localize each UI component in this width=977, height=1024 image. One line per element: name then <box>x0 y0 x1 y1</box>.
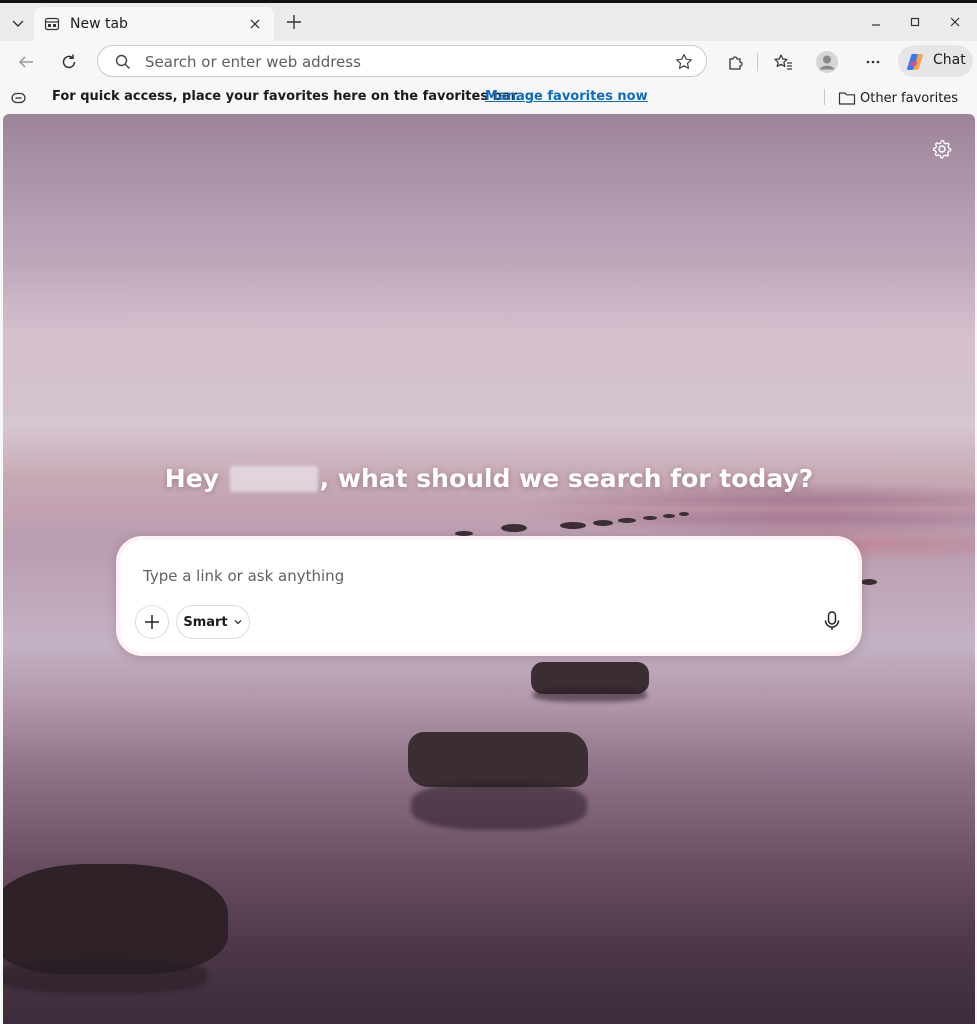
manage-favorites-link[interactable]: Manage favorites now <box>485 89 648 104</box>
other-favorites-label: Other favorites <box>860 90 959 106</box>
greeting-heading: Hey , what should we search for today? <box>3 464 975 493</box>
copilot-logo-icon <box>905 52 925 72</box>
profile-avatar-icon[interactable] <box>814 49 840 75</box>
background-reflection <box>533 688 647 702</box>
background-stone <box>618 518 636 523</box>
favorites-bar-message: For quick access, place your favorites h… <box>52 89 521 104</box>
address-bar[interactable]: Search or enter web address <box>97 45 707 77</box>
browser-window: New tab Search or enter web address Chat… <box>0 0 977 1024</box>
add-attachment-plus-icon[interactable] <box>135 605 169 639</box>
tab-list-chevron-icon[interactable] <box>8 13 28 33</box>
background-stone <box>408 732 588 787</box>
new-tab-plus-icon[interactable] <box>284 12 304 32</box>
background-stone <box>593 520 613 526</box>
tab-strip: New tab <box>0 3 977 41</box>
background-reflection <box>411 782 587 830</box>
favorites-divider <box>824 89 825 105</box>
background-stone <box>560 522 586 529</box>
background-stone <box>3 864 228 974</box>
chevron-down-icon <box>234 620 242 625</box>
favorites-bar-icon <box>10 90 28 106</box>
mode-label: Smart <box>183 614 228 630</box>
close-tab-icon[interactable] <box>246 15 264 33</box>
toolbar-divider <box>757 53 758 71</box>
redacted-user-name <box>229 466 318 492</box>
tab-new-tab[interactable]: New tab <box>34 7 274 41</box>
maximize-icon[interactable] <box>905 12 925 32</box>
back-arrow-icon[interactable] <box>13 49 39 75</box>
microphone-icon[interactable] <box>820 609 844 633</box>
search-input[interactable]: Type a link or ask anything <box>143 567 344 585</box>
search-icon <box>114 53 132 71</box>
tab-title: New tab <box>70 16 128 32</box>
folder-icon <box>838 92 856 105</box>
greeting-suffix: , what should we search for today? <box>319 464 814 493</box>
more-options-ellipsis-icon[interactable] <box>860 49 886 75</box>
background-reflection <box>3 959 208 994</box>
background-stone <box>679 512 689 516</box>
background-stone <box>663 514 675 518</box>
greeting-prefix: Hey <box>164 464 219 493</box>
background-stone <box>861 579 877 585</box>
background-clouds <box>3 264 975 414</box>
copilot-chat-button[interactable]: Chat <box>898 45 973 77</box>
page-settings-gear-icon[interactable] <box>931 138 953 160</box>
search-box[interactable]: Type a link or ask anything Smart <box>116 536 862 656</box>
close-window-icon[interactable] <box>945 12 965 32</box>
background-stone <box>501 524 527 532</box>
newtab-page-icon <box>44 16 60 32</box>
favorites-star-list-icon[interactable] <box>770 49 796 75</box>
address-input[interactable]: Search or enter web address <box>145 53 361 71</box>
mode-dropdown[interactable]: Smart <box>176 605 250 639</box>
minimize-icon[interactable] <box>866 12 886 32</box>
background-horizon <box>3 499 975 519</box>
extensions-puzzle-icon[interactable] <box>722 49 748 75</box>
chat-label: Chat <box>933 52 966 68</box>
other-favorites-button[interactable]: Other favorites <box>838 88 958 108</box>
navigation-toolbar: Search or enter web address Chat <box>0 41 977 83</box>
add-favorite-star-icon[interactable] <box>674 52 694 72</box>
refresh-icon[interactable] <box>56 49 82 75</box>
background-stone <box>643 516 657 520</box>
favorites-bar: For quick access, place your favorites h… <box>0 83 977 113</box>
new-tab-page: Hey , what should we search for today? T… <box>3 114 975 1024</box>
